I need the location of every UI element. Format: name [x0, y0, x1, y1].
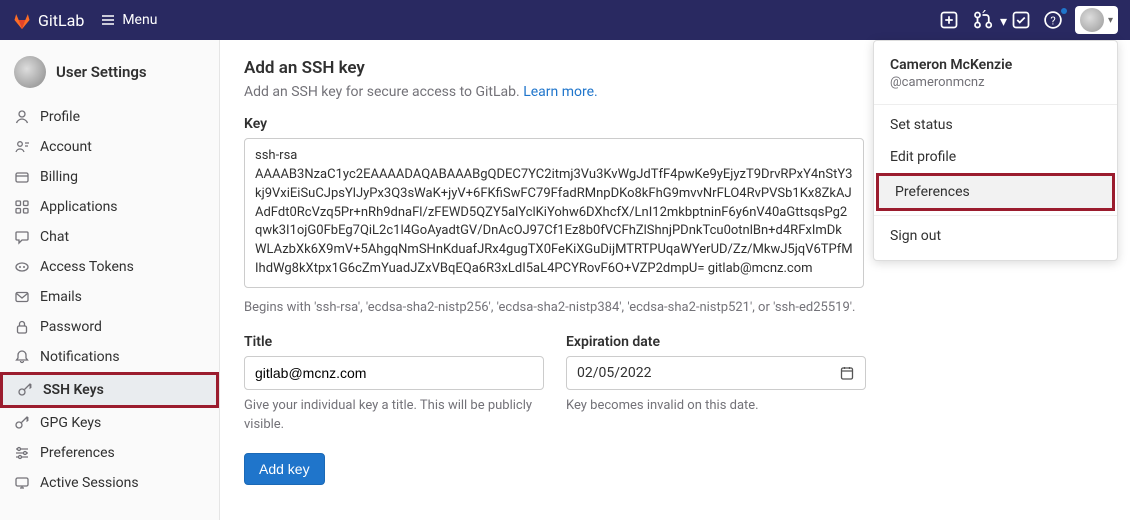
- sidebar-item-label: Emails: [40, 289, 82, 305]
- sidebar-item-label: Billing: [40, 169, 78, 185]
- sidebar-item-label: Access Tokens: [40, 259, 134, 275]
- sidebar-avatar-icon: [14, 56, 46, 88]
- user-icon: [14, 109, 30, 125]
- sliders-icon: [14, 445, 30, 461]
- user-menu-header: Cameron McKenzie @cameronmcnz: [874, 49, 1117, 100]
- expiration-label: Expiration date: [566, 334, 866, 350]
- title-help-text: Give your individual key a title. This w…: [244, 396, 544, 435]
- expiration-value: 02/05/2022: [577, 365, 652, 381]
- gitlab-logo-icon: [12, 10, 32, 30]
- merge-requests-icon[interactable]: ▾: [971, 10, 999, 30]
- mail-icon: [14, 289, 30, 305]
- sidebar-item-chat[interactable]: Chat: [0, 222, 219, 252]
- topbar: GitLab Menu ▾ ? ▾: [0, 0, 1130, 40]
- user-menu-edit-profile[interactable]: Edit profile: [874, 141, 1117, 173]
- user-menu-name: Cameron McKenzie: [890, 57, 1101, 73]
- sidebar-item-label: Notifications: [40, 349, 120, 365]
- title-label: Title: [244, 334, 544, 350]
- sidebar-item-label: Profile: [40, 109, 80, 125]
- bell-icon: [14, 349, 30, 365]
- key-help-text: Begins with 'ssh-rsa', 'ecdsa-sha2-nistp…: [244, 298, 864, 318]
- monitor-icon: [14, 475, 30, 491]
- add-key-button[interactable]: Add key: [244, 453, 325, 485]
- sidebar-item-ssh-keys[interactable]: SSH Keys: [0, 372, 219, 408]
- brand-text: GitLab: [38, 11, 84, 30]
- sidebar-item-label: GPG Keys: [40, 415, 101, 431]
- sidebar-item-password[interactable]: Password: [0, 312, 219, 342]
- user-avatar-button[interactable]: ▾: [1075, 6, 1118, 34]
- desc-text: Add an SSH key for secure access to GitL…: [244, 84, 523, 100]
- key-icon: [14, 415, 30, 431]
- key-icon: [17, 382, 33, 398]
- todos-icon[interactable]: [1011, 10, 1031, 30]
- sidebar-item-account[interactable]: Account: [0, 132, 219, 162]
- user-menu-sign-out[interactable]: Sign out: [874, 220, 1117, 252]
- notification-dot-icon: [1061, 8, 1067, 14]
- calendar-icon: [839, 365, 855, 381]
- sidebar: User Settings Profile Account Billing Ap…: [0, 40, 220, 520]
- sidebar-item-emails[interactable]: Emails: [0, 282, 219, 312]
- learn-more-link[interactable]: Learn more.: [523, 84, 598, 100]
- account-icon: [14, 139, 30, 155]
- billing-icon: [14, 169, 30, 185]
- sidebar-item-access-tokens[interactable]: Access Tokens: [0, 252, 219, 282]
- topbar-left: GitLab Menu: [12, 8, 165, 32]
- svg-text:?: ?: [1050, 14, 1055, 27]
- sidebar-title: User Settings: [56, 63, 147, 81]
- sidebar-item-label: Applications: [40, 199, 118, 215]
- hamburger-icon: [100, 12, 116, 28]
- sidebar-header: User Settings: [0, 48, 219, 102]
- topbar-right: ▾ ? ▾: [939, 6, 1118, 34]
- lock-icon: [14, 319, 30, 335]
- sidebar-item-active-sessions[interactable]: Active Sessions: [0, 468, 219, 498]
- avatar-icon: [1080, 8, 1104, 32]
- key-textarea[interactable]: [244, 138, 864, 288]
- sidebar-item-preferences[interactable]: Preferences: [0, 438, 219, 468]
- menu-label: Menu: [122, 12, 157, 28]
- token-icon: [14, 259, 30, 275]
- sidebar-item-label: Active Sessions: [40, 475, 139, 491]
- apps-icon: [14, 199, 30, 215]
- title-input[interactable]: [244, 356, 544, 390]
- user-menu-preferences[interactable]: Preferences: [876, 173, 1115, 211]
- new-icon[interactable]: [939, 10, 959, 30]
- sidebar-item-label: Password: [40, 319, 102, 335]
- sidebar-item-label: Account: [40, 139, 92, 155]
- help-icon[interactable]: ?: [1043, 10, 1063, 30]
- chat-icon: [14, 229, 30, 245]
- sidebar-item-notifications[interactable]: Notifications: [0, 342, 219, 372]
- user-menu-set-status[interactable]: Set status: [874, 109, 1117, 141]
- sidebar-item-label: Chat: [40, 229, 69, 245]
- expiration-help-text: Key becomes invalid on this date.: [566, 396, 866, 416]
- expiration-input[interactable]: 02/05/2022: [566, 356, 866, 390]
- sidebar-item-profile[interactable]: Profile: [0, 102, 219, 132]
- sidebar-item-label: Preferences: [40, 445, 115, 461]
- sidebar-item-billing[interactable]: Billing: [0, 162, 219, 192]
- chevron-down-icon: ▾: [1108, 15, 1113, 26]
- sidebar-item-gpg-keys[interactable]: GPG Keys: [0, 408, 219, 438]
- user-menu-handle: @cameronmcnz: [890, 75, 1101, 90]
- sidebar-item-label: SSH Keys: [43, 382, 104, 398]
- menu-toggle[interactable]: Menu: [92, 8, 165, 32]
- user-menu-dropdown: Cameron McKenzie @cameronmcnz Set status…: [873, 40, 1118, 261]
- sidebar-item-applications[interactable]: Applications: [0, 192, 219, 222]
- brand[interactable]: GitLab: [12, 10, 84, 30]
